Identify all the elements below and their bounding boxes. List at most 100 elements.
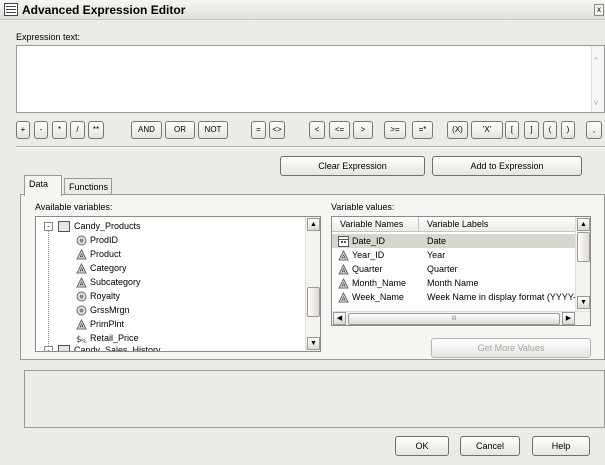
app-icon bbox=[4, 3, 18, 16]
operator-multiply-button[interactable]: * bbox=[52, 121, 67, 139]
scroll-down-icon[interactable]: ▼ bbox=[577, 296, 590, 309]
title-bar: Advanced Expression Editor x bbox=[0, 0, 605, 20]
available-variables-tree[interactable]: - Candy_Products ProdID A Product A Catego… bbox=[35, 216, 321, 352]
variable-row[interactable]: A Week_Name Week Name in display format (… bbox=[332, 290, 577, 304]
variable-label: Month Name bbox=[427, 278, 479, 288]
available-variables-scrollbar[interactable]: ▲ ▼ bbox=[305, 217, 320, 351]
scroll-left-icon[interactable]: ◀ bbox=[333, 312, 346, 325]
scroll-up-icon: ^ bbox=[594, 56, 598, 65]
operator-like-button[interactable]: =* bbox=[412, 121, 433, 139]
variable-name: Quarter bbox=[352, 264, 383, 274]
operator-greater-equal-button[interactable]: >= bbox=[384, 121, 406, 139]
expression-text-label: Expression text: bbox=[16, 32, 81, 42]
collapse-icon[interactable]: - bbox=[44, 346, 53, 351]
operator-left-paren-button[interactable]: ( bbox=[543, 121, 557, 139]
variable-name: Year_ID bbox=[352, 250, 385, 260]
tree-item-label: GrssMrgn bbox=[90, 305, 130, 315]
operator-plus-button[interactable]: + bbox=[16, 121, 30, 139]
operator-or-button[interactable]: OR bbox=[165, 121, 195, 139]
operator-less-than-button[interactable]: < bbox=[309, 121, 325, 139]
character-column-icon: A bbox=[76, 277, 87, 288]
variable-name: Month_Name bbox=[352, 278, 407, 288]
operator-and-button[interactable]: AND bbox=[131, 121, 162, 139]
character-column-icon: A bbox=[76, 263, 87, 274]
tree-guide-line bbox=[48, 229, 49, 349]
close-button[interactable]: x bbox=[594, 4, 604, 16]
variable-label: Week Name in display format (YYYY- bbox=[427, 292, 577, 302]
character-column-icon: A bbox=[338, 292, 349, 303]
scroll-thumb[interactable]: III bbox=[348, 313, 560, 325]
column-header-variable-labels[interactable]: Variable Labels bbox=[419, 217, 577, 232]
tree-item-prodid[interactable]: ProdID bbox=[76, 234, 118, 247]
ok-button[interactable]: OK bbox=[395, 436, 449, 456]
variable-values-list[interactable]: Variable Names Variable Labels Date_ID D… bbox=[331, 216, 591, 326]
expression-scrollbar[interactable]: ^ v bbox=[591, 46, 604, 112]
scroll-thumb[interactable] bbox=[307, 287, 320, 317]
operator-less-equal-button[interactable]: <= bbox=[329, 121, 350, 139]
operator-equals-button[interactable]: = bbox=[251, 121, 266, 139]
get-more-values-button[interactable]: Get More Values bbox=[431, 338, 591, 358]
tree-item-label: ProdID bbox=[90, 235, 119, 245]
tree-item-royalty[interactable]: Royalty bbox=[76, 290, 120, 303]
tree-item-label: PrimPlnt bbox=[90, 319, 125, 329]
numeric-column-icon bbox=[76, 305, 87, 316]
tree-item-label: Product bbox=[90, 249, 122, 259]
tree-node-label: Candy_Sales_History bbox=[74, 345, 161, 352]
character-column-icon: A bbox=[338, 264, 349, 275]
collapse-icon[interactable]: - bbox=[44, 222, 53, 231]
variable-values-vscrollbar[interactable]: ▲ ▼ bbox=[575, 217, 590, 311]
tree-item-subcategory[interactable]: A Subcategory bbox=[76, 276, 141, 289]
operator-not-equal-button[interactable]: <> bbox=[269, 121, 285, 139]
variable-label: Quarter bbox=[427, 264, 458, 274]
tree-item-grssmrgn[interactable]: GrssMrgn bbox=[76, 304, 130, 317]
variable-label: Year bbox=[427, 250, 446, 260]
tree-item-product[interactable]: A Product bbox=[76, 248, 121, 261]
tree-item-label: Category bbox=[90, 263, 127, 273]
operator-comma-button[interactable]: , bbox=[586, 121, 602, 139]
clear-expression-button[interactable]: Clear Expression bbox=[280, 156, 425, 176]
scroll-down-icon[interactable]: ▼ bbox=[307, 337, 320, 350]
variable-row[interactable]: Date_ID Date bbox=[332, 234, 577, 248]
scroll-thumb[interactable] bbox=[577, 232, 590, 262]
variable-label: Date bbox=[427, 236, 447, 246]
scroll-up-icon[interactable]: ▲ bbox=[577, 218, 590, 231]
tree-item-label: Retail_Price bbox=[90, 333, 139, 343]
operator-right-paren-button[interactable]: ) bbox=[561, 121, 575, 139]
operator-divide-button[interactable]: / bbox=[70, 121, 85, 139]
operator-greater-than-button[interactable]: > bbox=[353, 121, 373, 139]
cancel-button[interactable]: Cancel bbox=[460, 436, 520, 456]
tree-item-label: Subcategory bbox=[90, 277, 141, 287]
message-area bbox=[24, 370, 605, 428]
column-header-variable-names[interactable]: Variable Names bbox=[332, 217, 419, 232]
character-column-icon: A bbox=[338, 278, 349, 289]
variable-values-hscrollbar[interactable]: ◀ III ▶ bbox=[332, 311, 590, 325]
variable-name: Date_ID bbox=[352, 236, 386, 246]
character-column-icon: A bbox=[76, 319, 87, 330]
operator-not-button[interactable]: NOT bbox=[198, 121, 228, 139]
available-variables-label: Available variables: bbox=[35, 202, 113, 212]
tree-node-label: Candy_Products bbox=[74, 221, 141, 231]
character-column-icon: A bbox=[76, 249, 87, 260]
scroll-down-icon: v bbox=[594, 98, 598, 107]
numeric-column-icon bbox=[76, 235, 87, 246]
operator-power-button[interactable]: ** bbox=[88, 121, 104, 139]
help-button[interactable]: Help bbox=[532, 436, 590, 456]
tree-item-label: Royalty bbox=[90, 291, 121, 301]
table-icon bbox=[58, 221, 70, 232]
add-to-expression-button[interactable]: Add to Expression bbox=[432, 156, 582, 176]
operator-right-bracket-button[interactable]: ] bbox=[524, 121, 539, 139]
data-tab-panel: Available variables: - Candy_Products Pr… bbox=[20, 194, 605, 360]
operator-left-bracket-button[interactable]: [ bbox=[505, 121, 519, 139]
operator-list-button[interactable]: (X) bbox=[447, 121, 468, 139]
scroll-right-icon[interactable]: ▶ bbox=[562, 312, 575, 325]
tab-functions[interactable]: Functions bbox=[64, 178, 112, 195]
operator-minus-button[interactable]: - bbox=[34, 121, 48, 139]
tab-data[interactable]: Data bbox=[24, 175, 62, 196]
tree-item-category[interactable]: A Category bbox=[76, 262, 127, 275]
tree-item-primplnt[interactable]: A PrimPlnt bbox=[76, 318, 124, 331]
operator-quote-button[interactable]: 'X' bbox=[471, 121, 503, 139]
expression-text-area[interactable]: ^ v bbox=[16, 45, 605, 113]
window-title: Advanced Expression Editor bbox=[22, 3, 186, 17]
scroll-up-icon[interactable]: ▲ bbox=[307, 218, 320, 231]
variable-values-label: Variable values: bbox=[331, 202, 395, 212]
